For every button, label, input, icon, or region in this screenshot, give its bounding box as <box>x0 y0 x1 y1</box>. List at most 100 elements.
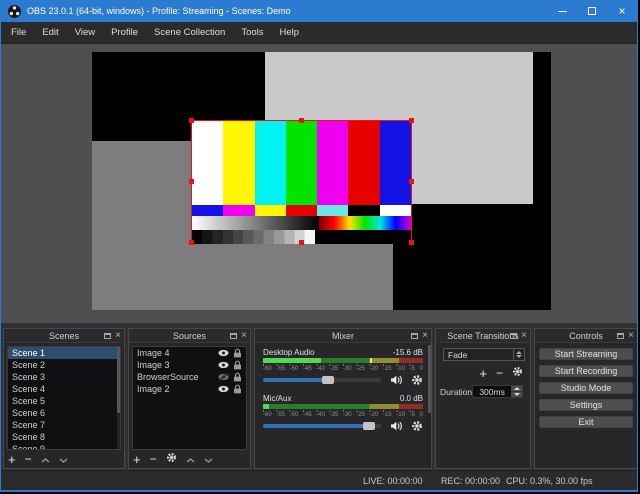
start-recording-button[interactable]: Start Recording <box>539 365 633 377</box>
add-transition-button[interactable]: + <box>479 367 487 380</box>
source-list-item[interactable]: Image 4 <box>133 347 246 359</box>
add-scene-button[interactable]: + <box>8 453 16 466</box>
close-panel-icon[interactable]: × <box>115 331 121 341</box>
selected-source-color-bars[interactable] <box>191 120 412 243</box>
scene-up-button[interactable] <box>41 450 50 468</box>
tick-label: -60 <box>263 412 272 418</box>
scenes-panel-header[interactable]: Scenes × <box>4 329 124 343</box>
lock-icon[interactable] <box>233 372 242 382</box>
volume-meter <box>263 358 423 363</box>
transition-selected-value: Fade <box>444 350 513 360</box>
mixer-panel-header[interactable]: Mixer × <box>255 329 431 343</box>
select-arrows-icon[interactable] <box>513 349 524 360</box>
mixer-scrollbar[interactable] <box>428 345 431 468</box>
close-button[interactable]: × <box>607 0 637 22</box>
scenes-scrollbar[interactable] <box>117 347 120 449</box>
resize-handle-e[interactable] <box>409 179 414 184</box>
lock-icon[interactable] <box>233 348 242 358</box>
minimize-button[interactable] <box>547 0 577 22</box>
add-source-button[interactable]: + <box>133 453 141 466</box>
close-panel-icon[interactable]: × <box>521 331 527 341</box>
tick-label: -50 <box>290 366 299 372</box>
remove-transition-button[interactable]: − <box>496 367 503 379</box>
menu-tools[interactable]: Tools <box>233 22 271 43</box>
float-panel-icon[interactable] <box>230 333 237 339</box>
duration-input[interactable]: 300ms <box>472 385 523 398</box>
menu-scene-collection[interactable]: Scene Collection <box>146 22 233 43</box>
menu-help[interactable]: Help <box>272 22 308 43</box>
visibility-eye-icon[interactable] <box>218 349 229 357</box>
live-time: LIVE: 00:00:00 <box>363 471 423 492</box>
visibility-eye-icon[interactable] <box>218 385 229 393</box>
volume-slider[interactable] <box>263 378 381 382</box>
resize-handle-s[interactable] <box>299 240 304 245</box>
lock-icon[interactable] <box>233 384 242 394</box>
scene-down-button[interactable] <box>59 450 68 468</box>
float-panel-icon[interactable] <box>510 333 517 339</box>
settings-button[interactable]: Settings <box>539 399 633 411</box>
color-bars-reverse <box>192 205 411 216</box>
volume-slider-handle[interactable] <box>363 422 375 430</box>
speaker-icon[interactable] <box>390 375 403 385</box>
resize-handle-w[interactable] <box>189 179 194 184</box>
tick-label: -5 <box>410 412 415 418</box>
scene-list-item[interactable]: Scene 9 <box>8 443 120 450</box>
float-panel-icon[interactable] <box>617 333 624 339</box>
close-panel-icon[interactable]: × <box>241 331 247 341</box>
scene-list-item[interactable]: Scene 8 <box>8 431 120 443</box>
mixer-panel: Mixer × Desktop Audio -15.6 dB -60-55-50… <box>254 328 432 469</box>
channel-gear-icon[interactable] <box>411 374 423 386</box>
sources-toolbar: + − <box>133 452 248 466</box>
scene-list-item[interactable]: Scene 4 <box>8 383 120 395</box>
visibility-eye-slash-icon[interactable] <box>218 373 229 381</box>
volume-slider[interactable] <box>263 424 381 428</box>
tick-label: -45 <box>303 412 312 418</box>
resize-handle-n[interactable] <box>299 118 304 123</box>
channel-gear-icon[interactable] <box>411 420 423 432</box>
transitions-panel-header[interactable]: Scene Transitions × <box>436 329 530 343</box>
resize-handle-sw[interactable] <box>189 240 194 245</box>
transition-properties-gear-icon[interactable] <box>512 364 523 382</box>
source-down-button[interactable] <box>204 450 213 468</box>
maximize-button[interactable] <box>577 0 607 22</box>
resize-handle-nw[interactable] <box>189 118 194 123</box>
float-panel-icon[interactable] <box>104 333 111 339</box>
menu-view[interactable]: View <box>67 22 103 43</box>
scene-list-item[interactable]: Scene 3 <box>8 371 120 383</box>
sources-panel-header[interactable]: Sources × <box>129 329 250 343</box>
duration-down-button[interactable] <box>511 392 522 397</box>
transition-select[interactable]: Fade <box>443 348 525 361</box>
controls-panel-header[interactable]: Controls × <box>535 329 637 343</box>
menu-edit[interactable]: Edit <box>34 22 66 43</box>
resize-handle-ne[interactable] <box>409 118 414 123</box>
start-streaming-button[interactable]: Start Streaming <box>539 348 633 360</box>
speaker-icon[interactable] <box>390 421 403 431</box>
lock-icon[interactable] <box>233 360 242 370</box>
scenes-toolbar: + − <box>8 452 122 466</box>
volume-slider-handle[interactable] <box>322 376 334 384</box>
menubar: File Edit View Profile Scene Collection … <box>1 22 637 44</box>
menu-file[interactable]: File <box>3 22 34 43</box>
close-panel-icon[interactable]: × <box>422 331 428 341</box>
source-list-item[interactable]: Image 2 <box>133 383 246 395</box>
scene-list-item[interactable]: Scene 6 <box>8 407 120 419</box>
close-panel-icon[interactable]: × <box>628 331 634 341</box>
source-list-item[interactable]: BrowserSource <box>133 371 246 383</box>
remove-scene-button[interactable]: − <box>25 453 32 465</box>
source-properties-gear-icon[interactable] <box>166 450 177 468</box>
remove-source-button[interactable]: − <box>150 453 157 465</box>
exit-button[interactable]: Exit <box>539 416 633 428</box>
source-up-button[interactable] <box>186 450 195 468</box>
preview-area[interactable] <box>1 44 637 323</box>
visibility-eye-icon[interactable] <box>218 361 229 369</box>
studio-mode-button[interactable]: Studio Mode <box>539 382 633 394</box>
scene-list-item[interactable]: Scene 7 <box>8 419 120 431</box>
float-panel-icon[interactable] <box>411 333 418 339</box>
source-list-item[interactable]: Image 3 <box>133 359 246 371</box>
scene-list-item[interactable]: Scene 5 <box>8 395 120 407</box>
resize-handle-se[interactable] <box>409 240 414 245</box>
scenes-panel: Scenes × Scene 1 Scene 2 Scene 3 Scene 4… <box>3 328 125 469</box>
menu-profile[interactable]: Profile <box>103 22 146 43</box>
scene-list-item[interactable]: Scene 1 <box>8 347 120 359</box>
scene-list-item[interactable]: Scene 2 <box>8 359 120 371</box>
